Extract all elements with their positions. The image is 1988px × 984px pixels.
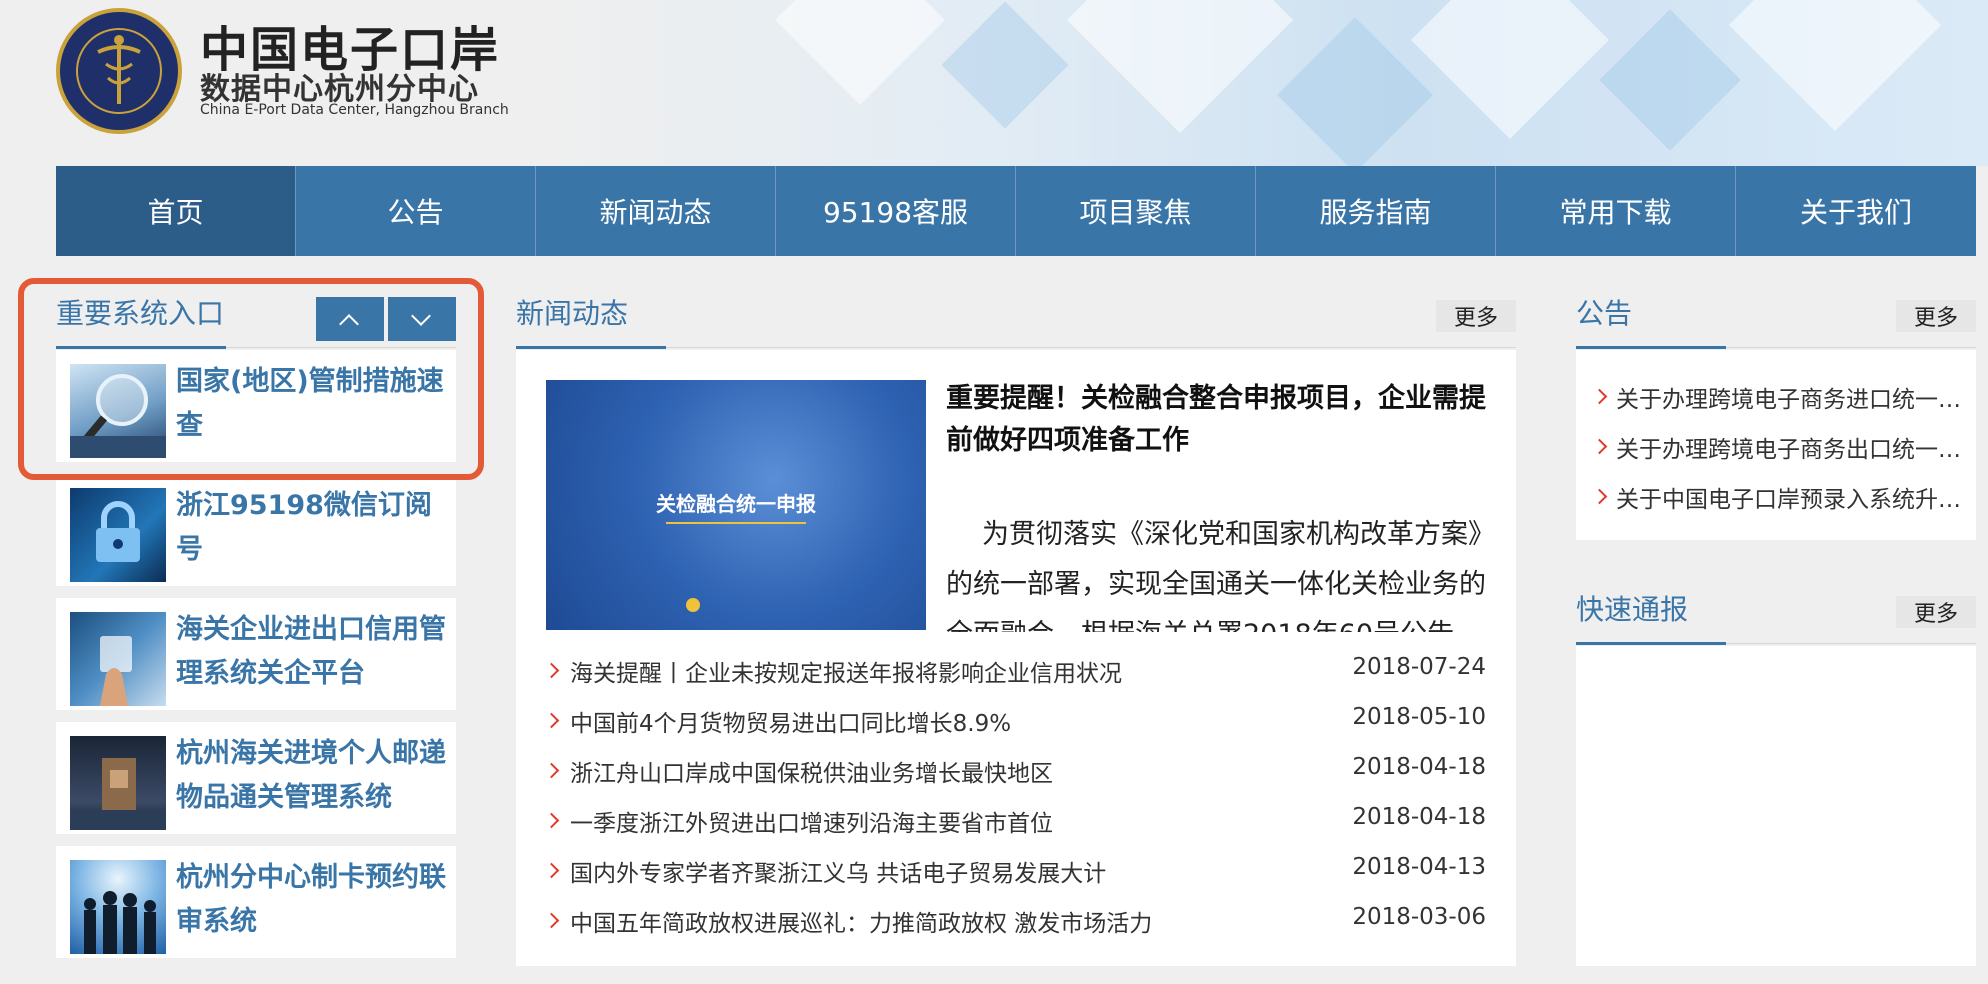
business-people-image (70, 860, 166, 954)
flash-panel (1576, 646, 1976, 966)
news-list-item[interactable]: 国内外专家学者齐聚浙江义乌 共话电子贸易发展大计 2018-04-13 (543, 846, 1486, 896)
section-divider (516, 347, 1516, 348)
nav-item-projects[interactable]: 项目聚焦 (1016, 166, 1256, 256)
news-item-title: 国内外专家学者齐聚浙江义乌 共话电子贸易发展大计 (570, 861, 1107, 887)
brand-english-name: China E-Port Data Center, Hangzhou Branc… (200, 102, 509, 118)
news-item-date: 2018-05-10 (1352, 704, 1486, 730)
chevron-right-icon (1591, 488, 1608, 505)
news-panel: 关检融合统一申报 重要提醒！关检融合整合申报项目，企业需提前做好四项准备工作 为… (516, 350, 1516, 966)
news-item-title: 中国前4个月货物贸易进出口同比增长8.9% (570, 711, 1012, 737)
system-card-credit-management[interactable]: 海关企业进出口信用管理系统关企平台 (56, 598, 456, 710)
news-item-date: 2018-07-24 (1352, 654, 1486, 680)
parcel-box-image (70, 736, 166, 830)
chevron-right-icon (543, 812, 560, 829)
nav-item-downloads[interactable]: 常用下载 (1496, 166, 1736, 256)
notices-section-title: 公告 (1576, 297, 1633, 330)
chevron-right-icon (543, 762, 560, 779)
nav-item-notices[interactable]: 公告 (296, 166, 536, 256)
notice-list-item[interactable]: 关于中国电子口岸预录入系统升级的公告 (1591, 476, 1964, 516)
main-nav: 首页 公告 新闻动态 95198客服 项目聚焦 服务指南 常用下载 关于我们 (56, 166, 1976, 256)
chevron-right-icon (543, 862, 560, 879)
news-feature-summary: 为贯彻落实《深化党和国家机构改革方案》的统一部署，实现全国通关一体化关检业务的全… (946, 519, 1486, 632)
customs-emblem-logo[interactable] (56, 8, 182, 134)
news-item-title: 一季度浙江外贸进出口增速列沿海主要省市首位 (570, 811, 1053, 837)
chevron-right-icon (1591, 388, 1608, 405)
system-card-label: 浙江95198微信订阅号 (176, 490, 432, 565)
chevron-right-icon (1591, 438, 1608, 455)
section-title-underline (1576, 642, 1726, 645)
notice-item-title: 关于办理跨境电子商务出口统一版申报业务的通知 (1616, 437, 1964, 463)
notice-list-item[interactable]: 关于办理跨境电子商务进口统一版申报业务的通知 (1591, 376, 1964, 416)
nav-item-about-us[interactable]: 关于我们 (1736, 166, 1976, 256)
system-card-postal-clearance[interactable]: 杭州海关进境个人邮递物品通关管理系统 (56, 722, 456, 834)
news-section-header: 新闻动态 更多 (516, 292, 1516, 349)
news-feature-image[interactable]: 关检融合统一申报 (546, 380, 926, 630)
flash-more-button[interactable]: 更多 (1896, 596, 1976, 628)
section-title-underline (516, 346, 666, 349)
notice-list-item[interactable]: 关于办理跨境电子商务出口统一版申报业务的通知 (1591, 426, 1964, 466)
chevron-right-icon (543, 912, 560, 929)
system-card-label: 杭州海关进境个人邮递物品通关管理系统 (176, 738, 446, 813)
notices-panel: 关于办理跨境电子商务进口统一版申报业务的通知 关于办理跨境电子商务出口统一版申报… (1576, 350, 1976, 540)
notices-section-header: 公告 更多 (1576, 292, 1976, 349)
news-section-title: 新闻动态 (516, 297, 629, 330)
system-card-label: 杭州分中心制卡预约联审系统 (176, 862, 446, 937)
news-feature-title[interactable]: 重要提醒！关检融合整合申报项目，企业需提前做好四项准备工作 (946, 378, 1486, 462)
data-center-mini-logo (686, 598, 700, 612)
feature-image-caption: 关检融合统一申报 (656, 492, 816, 516)
news-item-date: 2018-04-13 (1352, 854, 1486, 880)
news-item-title: 浙江舟山口岸成中国保税供油业务增长最快地区 (570, 761, 1053, 787)
system-card-label: 海关企业进出口信用管理系统关企平台 (176, 614, 446, 689)
notices-more-button[interactable]: 更多 (1896, 300, 1976, 332)
nav-item-news[interactable]: 新闻动态 (536, 166, 776, 256)
nav-item-service-guide[interactable]: 服务指南 (1256, 166, 1496, 256)
flash-section-title: 快速通报 (1576, 593, 1689, 626)
highlight-annotation-box (18, 278, 484, 480)
header-banner-art (540, 0, 1988, 166)
news-item-date: 2018-03-06 (1352, 904, 1486, 930)
news-list-item[interactable]: 一季度浙江外贸进出口增速列沿海主要省市首位 2018-04-18 (543, 796, 1486, 846)
chevron-right-icon (543, 662, 560, 679)
nav-item-service-hotline[interactable]: 95198客服 (776, 166, 1016, 256)
notice-item-title: 关于中国电子口岸预录入系统升级的公告 (1616, 487, 1964, 513)
nav-item-home[interactable]: 首页 (56, 166, 296, 256)
news-item-date: 2018-04-18 (1352, 754, 1486, 780)
news-list-item[interactable]: 浙江舟山口岸成中国保税供油业务增长最快地区 2018-04-18 (543, 746, 1486, 796)
system-card-card-appointment[interactable]: 杭州分中心制卡预约联审系统 (56, 846, 456, 958)
news-item-date: 2018-04-18 (1352, 804, 1486, 830)
notice-item-title: 关于办理跨境电子商务进口统一版申报业务的通知 (1616, 387, 1964, 413)
system-card-wechat-subscription[interactable]: 浙江95198微信订阅号 (56, 474, 456, 586)
news-list: 海关提醒丨企业未按规定报送年报将影响企业信用状况 2018-07-24 中国前4… (543, 646, 1486, 946)
news-item-title: 中国五年简政放权进展巡礼：力推简政放权 激发市场活力 (570, 911, 1153, 937)
news-item-title: 海关提醒丨企业未按规定报送年报将影响企业信用状况 (570, 661, 1122, 687)
site-header: 中国电子口岸 数据中心杭州分中心 China E-Port Data Cente… (0, 0, 1988, 166)
digital-lock-image (70, 488, 166, 582)
chevron-right-icon (543, 712, 560, 729)
section-title-underline (1576, 346, 1726, 349)
hand-touch-image (70, 612, 166, 706)
news-list-item[interactable]: 中国五年简政放权进展巡礼：力推简政放权 激发市场活力 2018-03-06 (543, 896, 1486, 946)
flash-section-header: 快速通报 更多 (1576, 588, 1976, 645)
news-list-item[interactable]: 中国前4个月货物贸易进出口同比增长8.9% 2018-05-10 (543, 696, 1486, 746)
news-list-item[interactable]: 海关提醒丨企业未按规定报送年报将影响企业信用状况 2018-07-24 (543, 646, 1486, 696)
caption-underline (666, 522, 806, 524)
news-more-button[interactable]: 更多 (1436, 300, 1516, 332)
